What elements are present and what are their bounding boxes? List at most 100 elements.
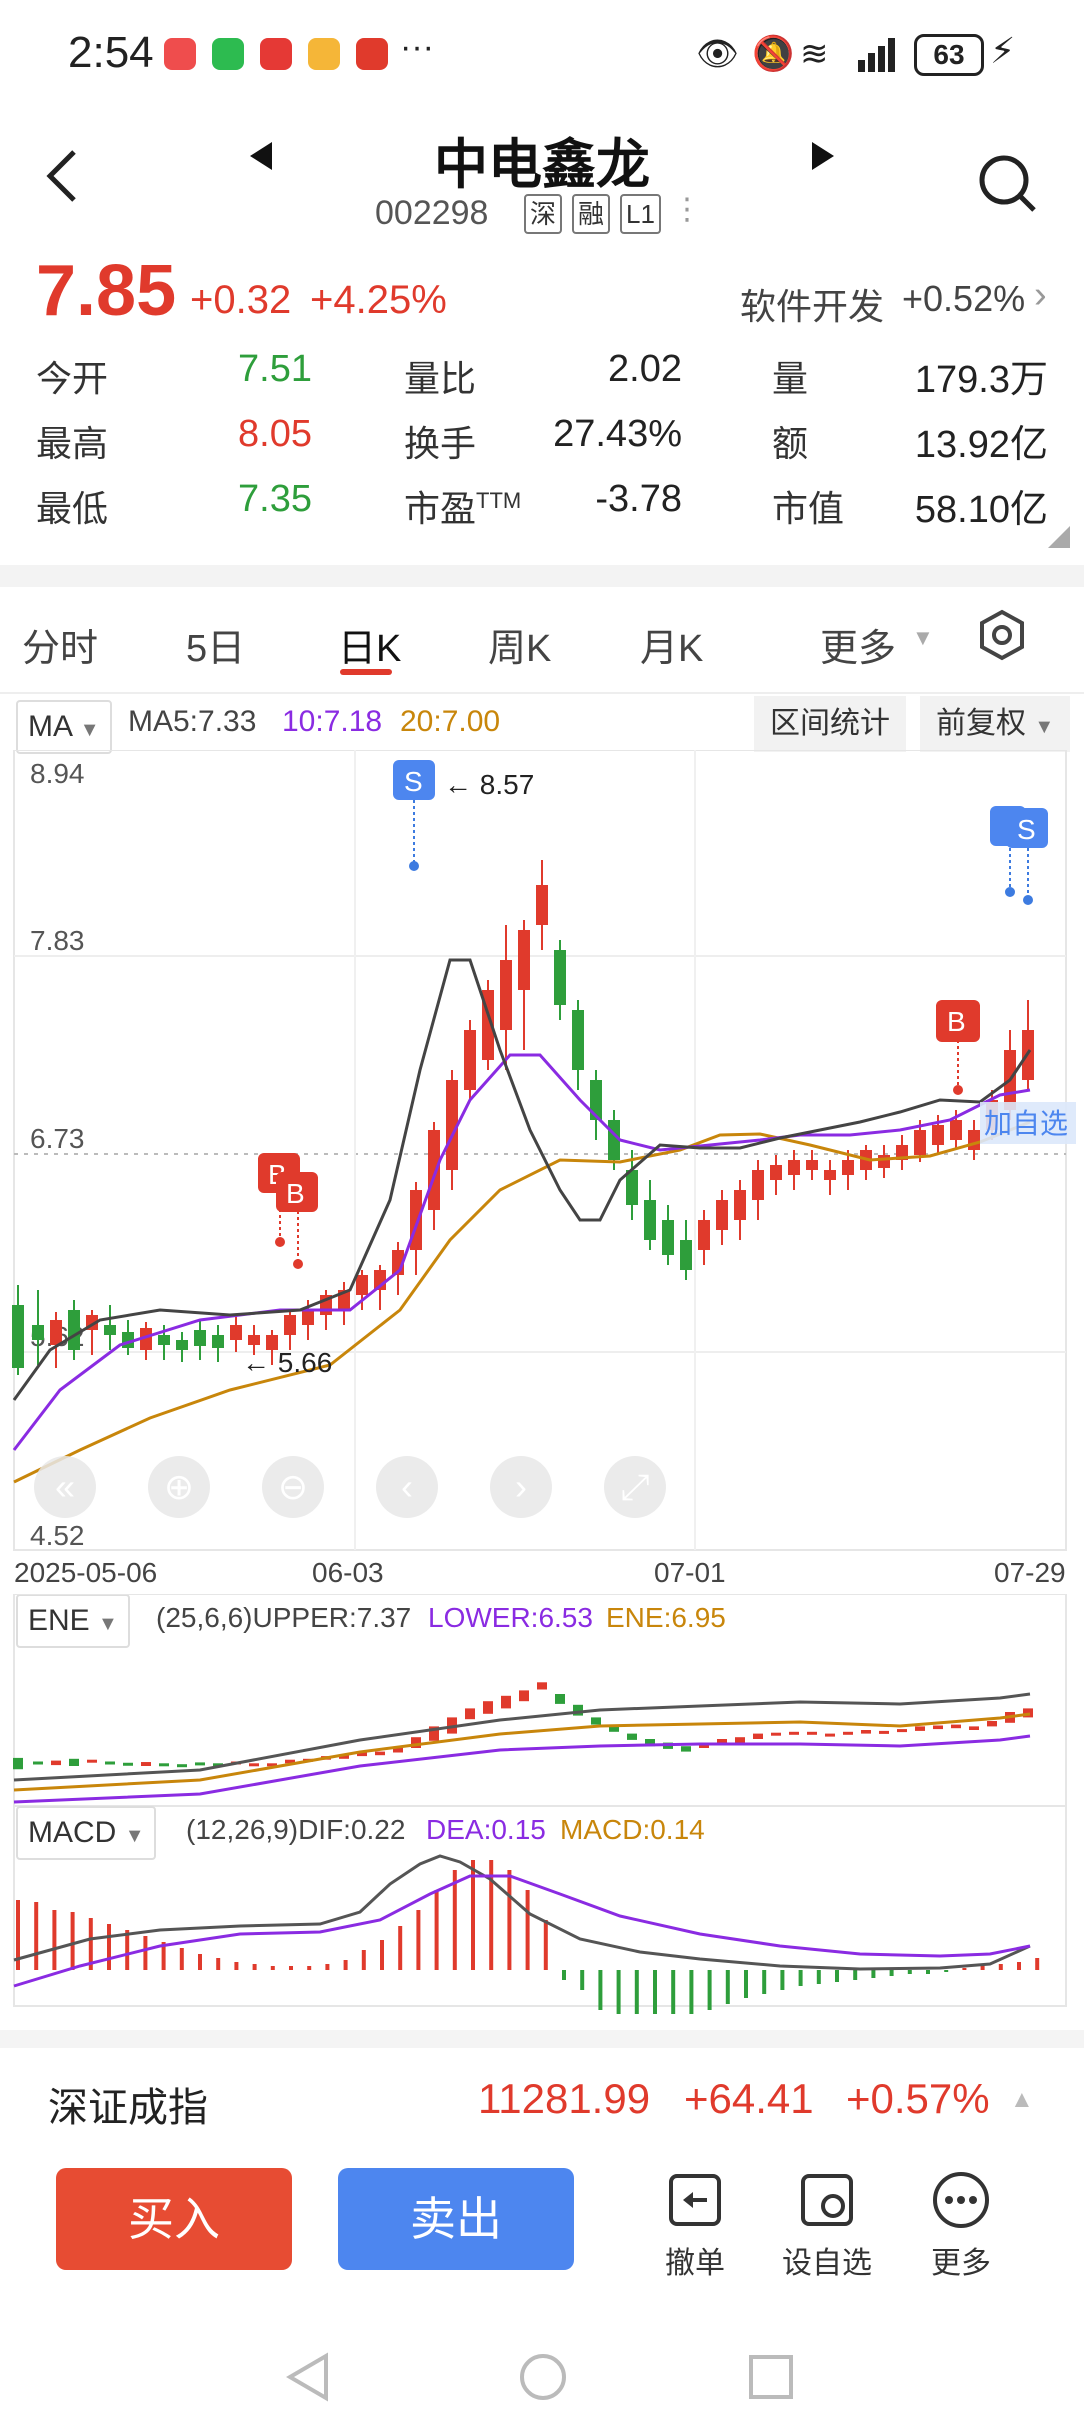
stock-app-icon [260, 38, 292, 70]
wechat-icon [212, 38, 244, 70]
expand-corner-icon[interactable] [1048, 526, 1070, 548]
ma-select[interactable]: MA ▼ [16, 700, 112, 754]
macd-dif-line [13, 1854, 1031, 1971]
tab-intraday[interactable]: 分时 [22, 617, 98, 672]
macd-bar [398, 1926, 403, 1970]
macd-bar [816, 1970, 821, 1984]
macd-bar [234, 1962, 239, 1970]
turnover-label: 换手 [404, 423, 477, 464]
tab-5day[interactable]: 5日 [186, 617, 245, 672]
rewind-icon[interactable]: « [34, 1456, 96, 1518]
more-icon [933, 2172, 989, 2228]
zoom-out-icon[interactable]: ⊖ [262, 1456, 324, 1518]
adjust-select-label: 前复权 [936, 707, 1026, 740]
range-stats-button[interactable]: 区间统计 [754, 696, 906, 752]
mute-icon: 🔕 [752, 35, 795, 73]
buy-marker[interactable]: B [936, 1000, 980, 1095]
ene-macd-chart[interactable] [0, 1594, 1084, 2014]
charging-icon: ⚡ [990, 30, 1016, 71]
candle-body [932, 1125, 944, 1145]
nav-back-icon[interactable] [286, 2352, 330, 2402]
ene-candle [105, 1761, 115, 1765]
ene-candle [807, 1731, 817, 1735]
nav-home-icon[interactable] [518, 2352, 568, 2402]
candle-body [32, 1325, 44, 1340]
sell-button[interactable]: 卖出 [338, 2168, 574, 2270]
scroll-left-icon[interactable]: ‹ [376, 1456, 438, 1518]
nav-recent-icon[interactable] [748, 2354, 794, 2400]
more-actions-button[interactable]: 更多 [906, 2170, 1016, 2282]
macd-bar [907, 1970, 912, 1974]
settings-icon[interactable] [976, 609, 1028, 661]
ene-candle [465, 1708, 475, 1720]
macd-bar [252, 1964, 257, 1970]
fullscreen-icon[interactable]: ⤢ [604, 1456, 666, 1518]
high-label: 最高 [36, 423, 109, 464]
candle-body [230, 1325, 242, 1340]
chevron-right-icon[interactable]: › [1034, 274, 1047, 317]
marker-dot [1023, 895, 1033, 905]
buy-button[interactable]: 买入 [56, 2168, 292, 2270]
next-stock-icon[interactable] [810, 140, 836, 172]
turnover-value: 27.43% [553, 413, 682, 455]
tab-weekly-k[interactable]: 周K [488, 617, 551, 672]
candle-body [950, 1120, 962, 1140]
active-tab-indicator [340, 669, 392, 675]
buy-marker[interactable]: B [276, 1172, 318, 1269]
section-divider [0, 565, 1084, 587]
ma5-readout: MA5:7.33 [128, 705, 257, 738]
macd-select[interactable]: MACD ▼ [16, 1806, 157, 1860]
expand-up-icon[interactable]: ▲ [1010, 2086, 1034, 2114]
watchlist-settings-icon [801, 2174, 853, 2226]
macd-bar [889, 1970, 894, 1976]
ene-candle [735, 1737, 745, 1743]
status-time: 2:54 [68, 28, 154, 77]
candle-body [788, 1160, 800, 1175]
macd-bar [762, 1970, 767, 1994]
sector-name[interactable]: 软件开发 [740, 278, 884, 330]
ene-candle [879, 1730, 889, 1734]
ene-candle [87, 1759, 97, 1763]
tab-daily-k[interactable]: 日K [338, 617, 401, 672]
tab-monthly-k[interactable]: 月K [640, 617, 703, 672]
ene-candle [249, 1763, 259, 1767]
candle-body [194, 1330, 206, 1346]
zoom-in-icon[interactable]: ⊕ [148, 1456, 210, 1518]
status-bar: 2:54 ··· 👁 🔕 ≋ 63 ⚡ [0, 0, 1084, 110]
cancel-order-button[interactable]: 撤单 [640, 2170, 750, 2282]
add-watchlist-button[interactable]: 加自选 [984, 1108, 1068, 1139]
open-value: 7.51 [238, 348, 312, 390]
more-notifications-icon: ··· [400, 28, 434, 66]
sell-marker[interactable]: S [393, 760, 435, 871]
tab-more[interactable]: 更多 [820, 617, 896, 672]
macd-bar [598, 1970, 603, 2010]
macd-bar [634, 1970, 639, 2014]
macd-bar [1017, 1962, 1021, 1970]
more-dots-icon[interactable]: ⋮ [672, 192, 702, 227]
index-value: 11281.99 [478, 2075, 651, 2122]
scroll-right-icon[interactable]: › [490, 1456, 552, 1518]
ene-candle [375, 1751, 385, 1756]
volume-ratio-value: 2.02 [608, 348, 682, 390]
ene-candle [825, 1733, 835, 1737]
candle-body [356, 1275, 368, 1295]
system-nav-bar [0, 2310, 1084, 2412]
caret-down-icon: ▼ [79, 719, 100, 741]
ene-candle [501, 1695, 511, 1709]
adjust-select[interactable]: 前复权 ▼ [920, 696, 1071, 752]
search-icon[interactable] [976, 152, 1038, 214]
marker-dot [275, 1237, 285, 1247]
sector-pct[interactable]: +0.52% [902, 278, 1025, 320]
ene-candle [681, 1746, 691, 1752]
wifi-icon: ≋ [800, 35, 829, 73]
macd-select-label: MACD [28, 1816, 117, 1849]
volume-ratio-label: 量比 [404, 358, 477, 399]
ene-candle [591, 1717, 601, 1725]
ene-candle [861, 1730, 871, 1734]
candle-body [248, 1335, 260, 1345]
sell-marker[interactable]: S [990, 806, 1048, 905]
macd-bar [70, 1912, 75, 1970]
set-watchlist-button[interactable]: 设自选 [772, 2170, 882, 2282]
stock-name: 中电鑫龙 [434, 135, 650, 195]
candle-body [572, 1010, 584, 1070]
